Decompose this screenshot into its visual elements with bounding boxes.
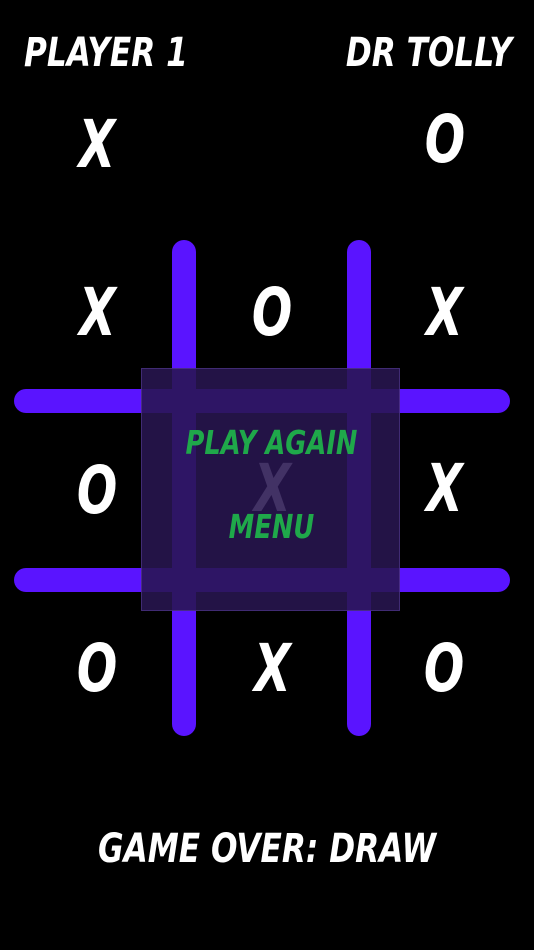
cell-mark: O [423,629,465,707]
cell-mark: O [76,629,118,707]
game-over-menu: PLAY AGAIN MENU [141,368,400,611]
cell-mark: X [253,629,291,707]
player1-symbol: X [78,106,116,183]
game-status-text: GAME OVER: DRAW [97,826,436,872]
board-cell-3[interactable]: X [384,252,504,372]
board-cell-8[interactable]: X [212,608,332,728]
cell-mark: X [425,273,463,351]
board-cell-2[interactable]: O [212,252,332,372]
board-cell-6[interactable]: X [384,428,504,548]
player2-name: DR TOLLY [345,30,512,76]
player1-name: PLAYER 1 [24,30,188,76]
board-cell-4[interactable]: O [37,430,157,550]
board-cell-7[interactable]: O [37,608,157,728]
cell-mark: X [425,449,463,527]
board-cell-9[interactable]: O [384,608,504,728]
cell-mark: O [76,451,118,529]
cell-mark: O [251,273,293,351]
player2-symbol: O [424,101,466,178]
play-again-button[interactable]: PLAY AGAIN [170,423,372,462]
board-cell-1[interactable]: X [37,252,157,372]
cell-mark: X [78,273,116,351]
menu-button[interactable]: MENU [170,507,372,546]
